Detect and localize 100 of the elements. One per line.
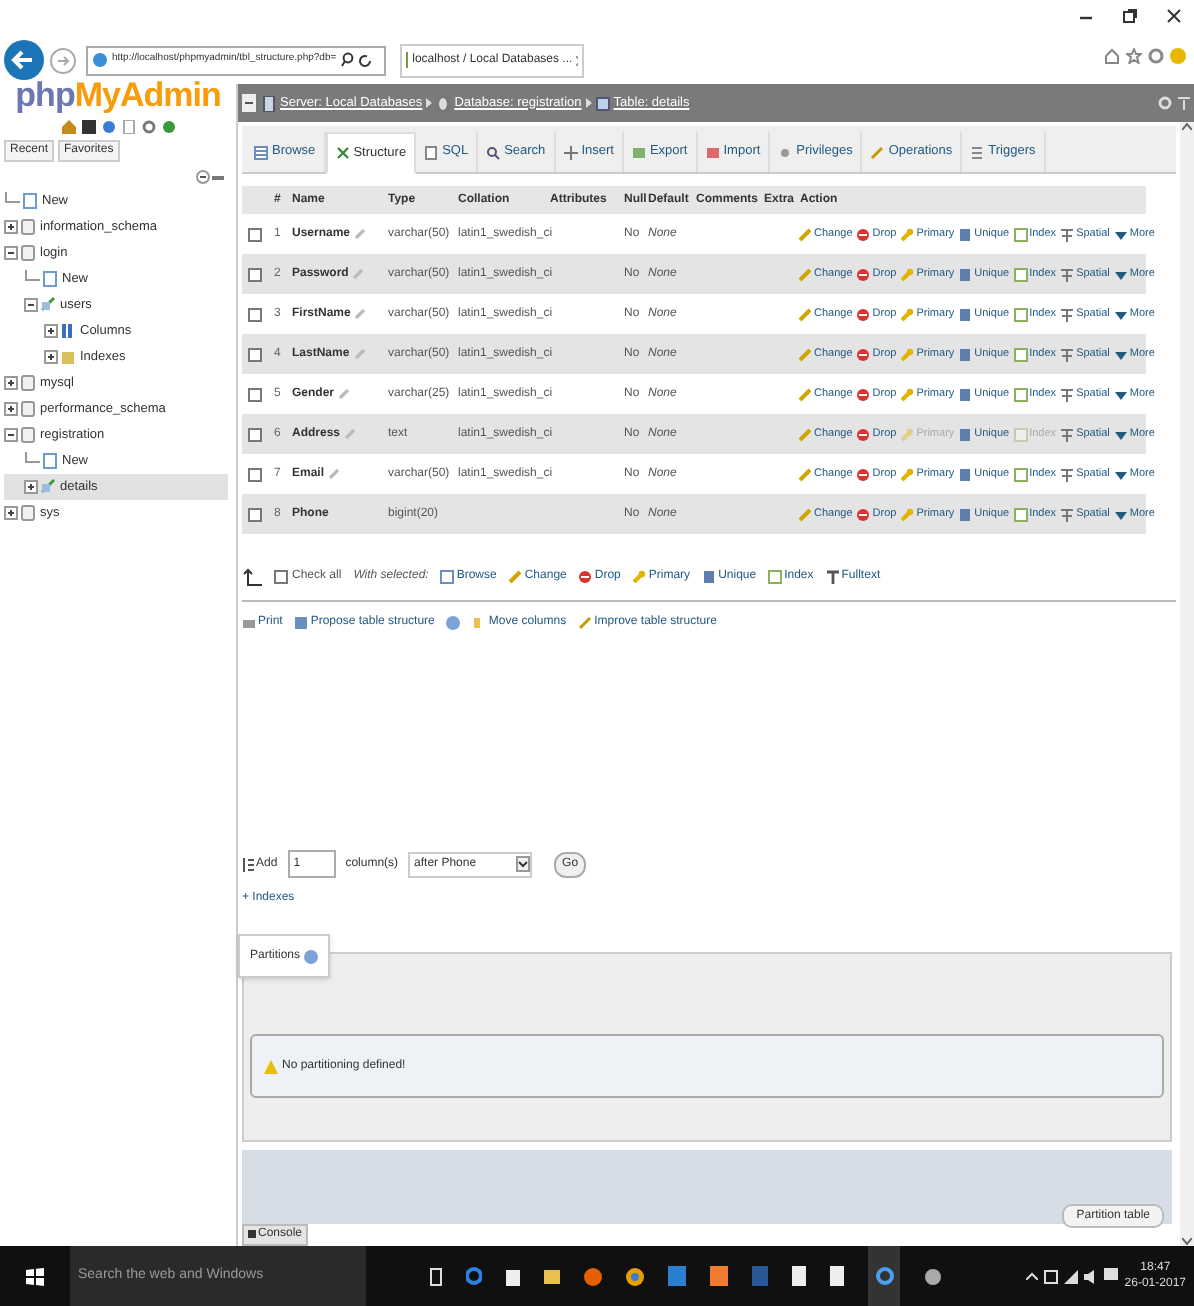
row-checkbox[interactable] [248, 387, 262, 401]
indexes-icon [60, 348, 76, 366]
expand-icon[interactable] [24, 480, 38, 494]
refresh-icon[interactable] [358, 53, 373, 67]
index-icon [1013, 387, 1028, 401]
row-checkbox[interactable] [248, 307, 262, 321]
pencil-icon [798, 347, 812, 361]
logo-text-php: php [15, 76, 75, 114]
pencil-icon [798, 307, 812, 321]
privileges-icon [778, 145, 793, 159]
index-icon [1013, 227, 1028, 241]
pencil-icon [798, 387, 812, 401]
settings-icon[interactable] [1148, 48, 1164, 64]
index-icon [1013, 507, 1028, 521]
scroll-up-icon[interactable] [1182, 122, 1192, 130]
sql-icon [424, 145, 439, 159]
scroll-down-icon[interactable] [1182, 1238, 1192, 1246]
help-icon[interactable] [446, 615, 461, 629]
collapse-icon[interactable] [24, 298, 38, 312]
volume-icon[interactable] [1084, 1269, 1099, 1283]
select-arrow-icon [242, 568, 262, 586]
pencil-icon [798, 507, 812, 521]
spatial-icon [1060, 307, 1075, 321]
pencil-icon [508, 570, 523, 584]
notification-icon[interactable] [1104, 1268, 1119, 1284]
fulltext-icon [825, 570, 840, 584]
home-icon[interactable] [1104, 48, 1120, 64]
logout-icon[interactable] [81, 120, 95, 134]
row-checkbox[interactable] [248, 347, 262, 361]
key-icon [900, 467, 915, 481]
server-icon [262, 95, 276, 111]
unique-icon [958, 427, 973, 441]
console-icon [248, 1230, 256, 1238]
collapse-icon[interactable] [4, 428, 18, 442]
collapse-icon[interactable] [4, 246, 18, 260]
unique-icon [958, 307, 973, 321]
caret-icon [1113, 507, 1128, 521]
spatial-icon [1060, 387, 1075, 401]
chrome-icon[interactable] [626, 1267, 644, 1285]
index-icon [1013, 307, 1028, 321]
database-icon [20, 504, 36, 522]
signal-icon[interactable] [1064, 1269, 1079, 1283]
internet-explorer-icon[interactable] [875, 1266, 893, 1286]
dropdown-arrow-icon [516, 856, 531, 872]
key-icon [900, 507, 915, 521]
new-icon [42, 270, 58, 288]
query-icon[interactable] [101, 120, 115, 134]
settings-icon[interactable] [141, 120, 155, 134]
close-icon[interactable] [1166, 8, 1182, 24]
restore-icon[interactable] [1122, 8, 1138, 24]
index-icon [1013, 467, 1028, 481]
caret-icon [1113, 307, 1128, 321]
drop-icon [856, 427, 871, 441]
row-checkbox[interactable] [248, 427, 262, 441]
windows-start-icon[interactable] [26, 1267, 44, 1285]
operations-icon [870, 145, 885, 159]
unique-icon [702, 570, 717, 584]
firefox-icon[interactable] [584, 1267, 602, 1285]
drop-icon [856, 227, 871, 241]
help-icon[interactable] [304, 949, 319, 963]
insert-icon [563, 145, 578, 159]
task-view-icon[interactable] [430, 1267, 442, 1285]
expand-icon[interactable] [44, 350, 58, 364]
caret-icon [1113, 227, 1128, 241]
key-icon [900, 427, 915, 441]
reload-icon[interactable] [161, 120, 175, 134]
row-checkbox[interactable] [248, 267, 262, 281]
caret-icon [1113, 267, 1128, 281]
network-icon[interactable] [1044, 1269, 1059, 1283]
collapse-icon[interactable] [242, 94, 256, 112]
spatial-icon [1060, 427, 1075, 441]
bird-icon[interactable] [924, 1267, 942, 1285]
spatial-icon [1060, 467, 1075, 481]
expand-icon[interactable] [44, 324, 58, 338]
active-app-tile[interactable] [868, 1246, 900, 1306]
separator-icon [426, 98, 433, 108]
row-checkbox[interactable] [248, 467, 262, 481]
collapse-all-icon[interactable] [196, 170, 210, 184]
expand-icon[interactable] [4, 220, 18, 234]
expand-icon[interactable] [4, 506, 18, 520]
home-icon[interactable] [61, 120, 75, 134]
key-icon [900, 347, 915, 361]
row-checkbox[interactable] [248, 507, 262, 521]
unique-icon [958, 347, 973, 361]
key-icon [632, 570, 647, 584]
back-icon[interactable] [4, 40, 44, 80]
row-checkbox[interactable] [248, 227, 262, 241]
export-icon [631, 145, 646, 159]
scrollbar[interactable] [1180, 122, 1194, 1246]
store-icon[interactable] [506, 1266, 520, 1286]
drop-icon [856, 307, 871, 321]
edge-icon[interactable] [466, 1266, 482, 1286]
folder-icon[interactable] [544, 1268, 560, 1284]
pencil-icon [798, 467, 812, 481]
pin-icon[interactable] [1178, 96, 1190, 110]
expand-icon[interactable] [4, 402, 18, 416]
star-icon[interactable] [1126, 48, 1142, 64]
link-icon[interactable] [212, 173, 224, 181]
search-icon[interactable] [340, 52, 355, 68]
expand-icon[interactable] [4, 376, 18, 390]
